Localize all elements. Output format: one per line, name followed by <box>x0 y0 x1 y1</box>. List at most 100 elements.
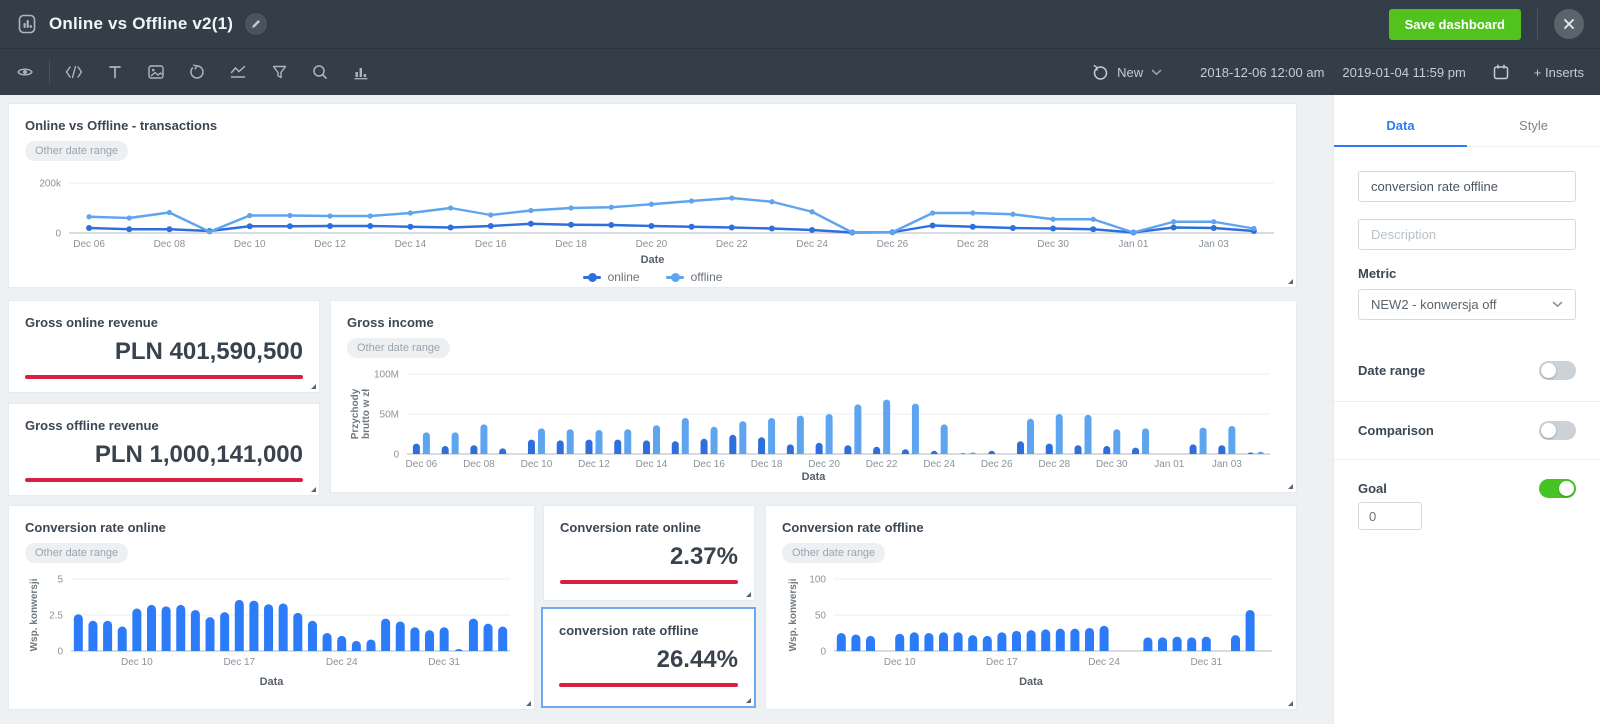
metric-select[interactable]: NEW2 - konwersja off <box>1358 289 1576 320</box>
close-icon[interactable] <box>1554 9 1584 39</box>
svg-text:0: 0 <box>393 450 399 461</box>
date-range-toggle[interactable] <box>1539 361 1576 380</box>
svg-text:Przychodybrutto w zł: Przychodybrutto w zł <box>350 388 372 439</box>
date-range-end[interactable]: 2019-01-04 11:59 pm <box>1342 65 1465 80</box>
svg-text:Dec 31: Dec 31 <box>1190 657 1222 668</box>
widget-conversion-offline-chart[interactable]: Conversion rate offline Other date range… <box>765 505 1297 710</box>
widget-gross-online-revenue[interactable]: Gross online revenue PLN 401,590,500 <box>8 300 320 393</box>
dashboard-canvas: Online vs Offline - transactions Other d… <box>0 95 1600 724</box>
code-icon[interactable] <box>65 63 83 81</box>
widget-resize-handle[interactable] <box>1288 279 1293 284</box>
widget-title: Conversion rate online <box>560 520 738 535</box>
comparison-toggle[interactable] <box>1539 421 1576 440</box>
widget-resize-handle[interactable] <box>746 592 751 597</box>
description-input[interactable] <box>1358 219 1576 250</box>
goal-value-input[interactable] <box>1358 502 1422 530</box>
svg-text:Dec 17: Dec 17 <box>223 657 255 668</box>
x-axis-title: Date <box>25 254 1280 266</box>
widget-transactions-chart[interactable]: Online vs Offline - transactions Other d… <box>8 103 1297 288</box>
tab-style[interactable]: Style <box>1467 105 1600 147</box>
date-range-label: Date range <box>1358 363 1425 378</box>
edit-pencil-icon[interactable] <box>245 13 267 35</box>
date-range-row: Date range <box>1358 342 1576 401</box>
settings-sidebar: Data Style Metric NEW2 - konwersja off D… <box>1333 95 1600 724</box>
svg-text:0: 0 <box>57 647 63 658</box>
image-icon[interactable] <box>147 63 165 81</box>
widget-conversion-online-chart[interactable]: Conversion rate online Other date range … <box>8 505 535 710</box>
refresh-mode-control[interactable]: New <box>1092 64 1162 81</box>
svg-text:Dec 26: Dec 26 <box>877 239 909 250</box>
inserts-label: + Inserts <box>1534 65 1584 80</box>
svg-text:Dec 10: Dec 10 <box>234 239 266 250</box>
svg-text:Dec 18: Dec 18 <box>555 239 587 250</box>
svg-text:Dec 26: Dec 26 <box>981 459 1013 470</box>
kpi-value: 26.44% <box>559 646 738 674</box>
svg-text:Dec 12: Dec 12 <box>314 239 346 250</box>
save-dashboard-button[interactable]: Save dashboard <box>1389 9 1521 40</box>
svg-text:Dec 30: Dec 30 <box>1037 239 1069 250</box>
svg-text:Dec 20: Dec 20 <box>808 459 840 470</box>
widget-title: Gross offline revenue <box>25 418 303 433</box>
svg-text:Jan 01: Jan 01 <box>1118 239 1148 250</box>
history-icon[interactable] <box>188 63 206 81</box>
eye-icon[interactable] <box>16 63 34 81</box>
svg-text:Dec 06: Dec 06 <box>406 459 438 470</box>
widget-name-input[interactable] <box>1358 171 1576 202</box>
svg-text:Dec 28: Dec 28 <box>957 239 989 250</box>
svg-text:5: 5 <box>57 575 63 586</box>
widget-resize-handle[interactable] <box>526 701 531 706</box>
svg-text:Dec 08: Dec 08 <box>463 459 495 470</box>
widget-title: Gross online revenue <box>25 315 303 330</box>
svg-text:Dec 10: Dec 10 <box>121 657 153 668</box>
kpi-value: PLN 1,000,141,000 <box>25 441 303 469</box>
widget-gross-income-chart[interactable]: Gross income Other date range 100M50M0De… <box>330 300 1297 493</box>
svg-text:50M: 50M <box>380 410 399 421</box>
zoom-icon[interactable] <box>311 63 329 81</box>
svg-text:Dec 22: Dec 22 <box>866 459 898 470</box>
widget-title: conversion rate offline <box>559 623 738 638</box>
other-date-range-badge: Other date range <box>782 543 885 563</box>
svg-text:0: 0 <box>820 647 826 658</box>
tab-data[interactable]: Data <box>1334 105 1467 147</box>
svg-text:Dec 16: Dec 16 <box>693 459 725 470</box>
legend-item-offline[interactable]: offline <box>666 270 723 284</box>
trend-icon[interactable] <box>229 63 247 81</box>
widget-conversion-offline-kpi[interactable]: conversion rate offline 26.44% <box>541 607 756 708</box>
svg-text:Dec 16: Dec 16 <box>475 239 507 250</box>
svg-text:Dec 31: Dec 31 <box>428 657 460 668</box>
other-date-range-badge: Other date range <box>25 543 128 563</box>
other-date-range-badge: Other date range <box>347 338 450 358</box>
inserts-button[interactable]: + Inserts <box>1534 65 1584 80</box>
goal-toggle[interactable] <box>1539 479 1576 498</box>
svg-text:2.5: 2.5 <box>49 611 63 622</box>
widget-resize-handle[interactable] <box>311 487 316 492</box>
svg-text:Dec 30: Dec 30 <box>1096 459 1128 470</box>
svg-text:Dec 06: Dec 06 <box>73 239 105 250</box>
chevron-down-icon <box>1151 69 1162 76</box>
date-range-start[interactable]: 2018-12-06 12:00 am <box>1200 65 1324 80</box>
svg-text:Dec 24: Dec 24 <box>923 459 955 470</box>
text-icon[interactable] <box>106 63 124 81</box>
chevron-down-icon <box>1552 301 1563 308</box>
svg-text:Jan 03: Jan 03 <box>1212 459 1242 470</box>
toolbar-divider <box>49 60 50 84</box>
widget-resize-handle[interactable] <box>746 698 751 703</box>
svg-text:0: 0 <box>55 229 61 240</box>
legend-item-online[interactable]: online <box>583 270 640 284</box>
widget-conversion-online-kpi[interactable]: Conversion rate online 2.37% <box>543 505 755 601</box>
svg-text:Dec 24: Dec 24 <box>1088 657 1120 668</box>
widget-resize-handle[interactable] <box>1288 701 1293 706</box>
filter-funnel-icon[interactable] <box>270 63 288 81</box>
calendar-icon[interactable] <box>1492 63 1510 81</box>
x-axis-title: Data <box>782 676 1280 688</box>
svg-text:Dec 28: Dec 28 <box>1038 459 1070 470</box>
bar-chart-icon[interactable] <box>352 63 370 81</box>
widget-resize-handle[interactable] <box>1288 484 1293 489</box>
widget-resize-handle[interactable] <box>311 384 316 389</box>
comparison-row: Comparison <box>1358 402 1576 459</box>
svg-text:Dec 20: Dec 20 <box>636 239 668 250</box>
widget-gross-offline-revenue[interactable]: Gross offline revenue PLN 1,000,141,000 <box>8 403 320 496</box>
conversion-offline-bar-chart: 100500Dec 10Dec 17Dec 24Dec 31Wsp. konwe… <box>782 569 1280 675</box>
svg-text:200k: 200k <box>39 179 62 190</box>
editor-toolbar: New 2018-12-06 12:00 am 2019-01-04 11:59… <box>0 48 1600 95</box>
